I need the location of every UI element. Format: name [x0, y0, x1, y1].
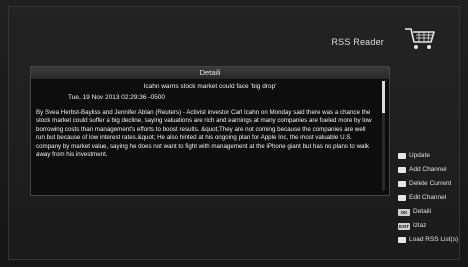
- button-legend: Update Add Channel Delete Current Edit C…: [398, 150, 464, 248]
- legend-label: Detaili: [413, 208, 432, 215]
- exit-key-icon: EXIT: [398, 222, 410, 230]
- legend-label: Edit Channel: [409, 194, 447, 201]
- legend-item-delete-current[interactable]: Delete Current: [398, 178, 464, 190]
- shopping-cart-icon: [405, 28, 435, 49]
- legend-label: Update: [409, 152, 430, 159]
- color-key-icon: [398, 181, 406, 187]
- article-date: Tue, 19 Nov 2013 02:29:36 -0500: [68, 94, 165, 101]
- legend-label: Izlaz: [413, 222, 427, 229]
- color-key-icon: [398, 153, 406, 159]
- color-key-icon: [398, 237, 406, 243]
- legend-item-update[interactable]: Update: [398, 150, 464, 162]
- legend-item-exit[interactable]: EXIT Izlaz: [398, 220, 464, 232]
- screen: RSS Reader Detaili Icahn warns stock mar…: [0, 0, 468, 267]
- legend-item-add-channel[interactable]: Add Channel: [398, 164, 464, 176]
- color-key-icon: [398, 167, 406, 173]
- legend-label: Add Channel: [409, 166, 447, 173]
- panel-title: Detaili: [31, 67, 389, 79]
- legend-item-edit-channel[interactable]: Edit Channel: [398, 192, 464, 204]
- legend-item-details[interactable]: OK Detaili: [398, 206, 464, 218]
- legend-item-load-rss[interactable]: Load RSS List(s): [398, 234, 464, 246]
- legend-label: Load RSS List(s): [409, 236, 459, 243]
- scrollbar[interactable]: [382, 81, 385, 191]
- article-body: By Svea Herbst-Bayliss and Jennifer Abla…: [36, 109, 372, 159]
- app-title: RSS Reader: [331, 37, 384, 47]
- scroll-thumb[interactable]: [382, 81, 385, 113]
- color-key-icon: [398, 195, 406, 201]
- legend-label: Delete Current: [409, 180, 452, 187]
- ok-key-icon: OK: [398, 208, 410, 216]
- article-title: Icahn warns stock market could face 'big…: [143, 83, 277, 90]
- detail-panel: Detaili Icahn warns stock market could f…: [30, 66, 390, 196]
